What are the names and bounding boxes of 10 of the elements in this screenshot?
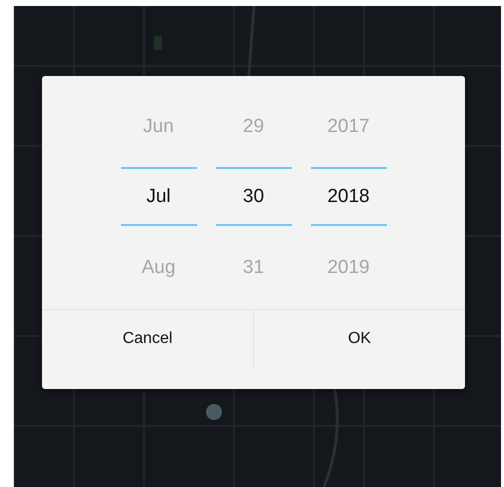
picker-option[interactable]: 2018	[310, 166, 386, 226]
picker-option[interactable]: Jul	[120, 166, 196, 226]
picker-option[interactable]: 2017	[310, 98, 386, 157]
picker-option[interactable]: 2019	[310, 238, 386, 298]
dialog-button[interactable]: OK	[253, 310, 465, 367]
picker-option[interactable]: Aug	[120, 238, 196, 298]
picker-option[interactable]: 29	[216, 98, 292, 157]
picker-option[interactable]: 30	[216, 166, 292, 226]
picker-option[interactable]: Jun	[120, 98, 196, 157]
picker-option[interactable]: 31	[216, 238, 292, 298]
